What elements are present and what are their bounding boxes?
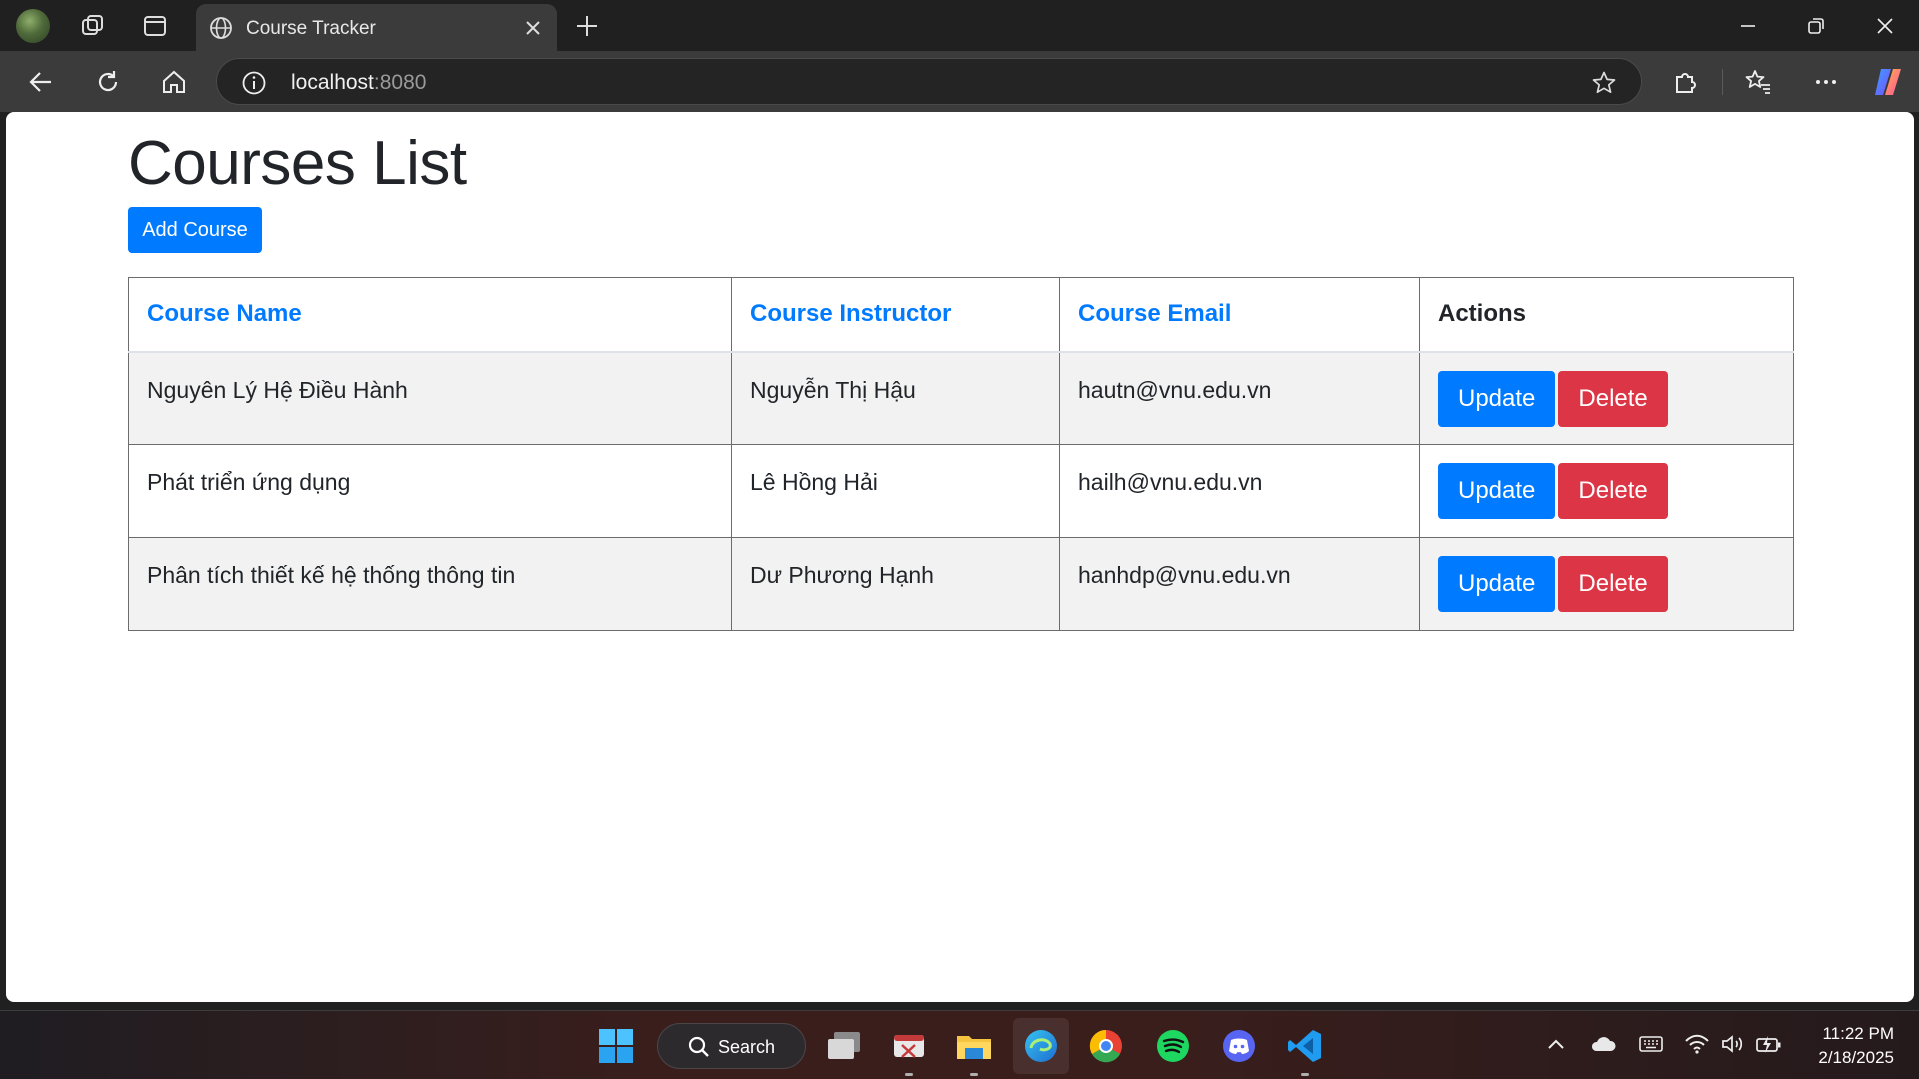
vertical-tabs-icon[interactable] xyxy=(138,9,172,43)
course-email-cell: hanhdp@vnu.edu.vn xyxy=(1059,537,1420,631)
task-view-icon[interactable] xyxy=(823,1025,865,1067)
column-header-course-name[interactable]: Course Name xyxy=(128,277,732,353)
table-row: Nguyên Lý Hệ Điều Hành Nguyễn Thị Hậu ha… xyxy=(128,351,1794,445)
page-viewport: Courses List Add Course Course Name Cour… xyxy=(6,112,1914,1002)
table-header-row: Course Name Course Instructor Course Ema… xyxy=(128,277,1794,353)
favorite-star-icon[interactable] xyxy=(1591,70,1617,101)
volume-icon[interactable] xyxy=(1720,1033,1746,1060)
file-explorer-icon[interactable] xyxy=(953,1025,995,1076)
actions-cell: Update Delete xyxy=(1419,444,1794,538)
windows-start-icon[interactable] xyxy=(595,1025,637,1067)
spotify-icon[interactable] xyxy=(1152,1025,1194,1067)
clock-time: 11:22 PM xyxy=(1822,1024,1894,1043)
page-title: Courses List xyxy=(128,129,467,198)
course-instructor-cell: Nguyễn Thị Hậu xyxy=(731,351,1060,445)
taskbar-search[interactable]: Search xyxy=(657,1023,806,1069)
running-indicator xyxy=(905,1073,913,1076)
actions-cell: Update Delete xyxy=(1419,537,1794,631)
new-tab-icon[interactable] xyxy=(573,12,601,45)
search-label: Search xyxy=(718,1037,776,1057)
battery-charging-icon[interactable] xyxy=(1755,1033,1783,1060)
actions-cell: Update Delete xyxy=(1419,351,1794,445)
course-email-cell: hailh@vnu.edu.vn xyxy=(1059,444,1420,538)
delete-button[interactable]: Delete xyxy=(1558,556,1668,612)
show-hidden-icons-chevron-icon[interactable] xyxy=(1545,1033,1567,1060)
home-icon[interactable] xyxy=(155,63,193,101)
restore-icon[interactable] xyxy=(1799,10,1833,42)
running-indicator xyxy=(970,1073,978,1076)
address-bar[interactable]: localhost:8080 xyxy=(216,58,1642,105)
tab-title: Course Tracker xyxy=(246,18,376,39)
column-header-course-instructor[interactable]: Course Instructor xyxy=(731,277,1060,353)
course-email-cell: hautn@vnu.edu.vn xyxy=(1059,351,1420,445)
close-tab-icon[interactable] xyxy=(521,16,545,40)
browser-title-bar: Course Tracker xyxy=(0,0,1919,51)
copilot-icon[interactable] xyxy=(1869,63,1907,101)
back-arrow-icon[interactable] xyxy=(22,63,60,101)
course-name-cell: Phân tích thiết kế hệ thống thông tin xyxy=(128,537,732,631)
delete-button[interactable]: Delete xyxy=(1558,370,1668,427)
tab-course-tracker[interactable]: Course Tracker xyxy=(196,4,557,51)
onedrive-cloud-icon[interactable] xyxy=(1589,1033,1617,1060)
favorites-icon[interactable] xyxy=(1739,63,1777,101)
info-icon[interactable] xyxy=(241,70,267,101)
course-instructor-cell: Lê Hồng Hải xyxy=(731,444,1060,538)
workspaces-icon[interactable] xyxy=(76,9,110,43)
profile-avatar[interactable] xyxy=(16,9,50,43)
column-header-course-email[interactable]: Course Email xyxy=(1059,277,1420,353)
vscode-icon[interactable] xyxy=(1284,1025,1326,1076)
update-button[interactable]: Update xyxy=(1438,556,1556,612)
more-options-icon[interactable] xyxy=(1807,63,1845,101)
table-row: Phát triển ứng dụng Lê Hồng Hải hailh@vn… xyxy=(128,444,1794,538)
table-row: Phân tích thiết kế hệ thống thông tin Dư… xyxy=(128,537,1794,631)
minimize-icon[interactable] xyxy=(1731,10,1765,42)
update-button[interactable]: Update xyxy=(1438,370,1556,427)
running-indicator xyxy=(1301,1073,1309,1076)
discord-icon[interactable] xyxy=(1218,1025,1260,1067)
extensions-icon[interactable] xyxy=(1666,63,1704,101)
close-window-icon[interactable] xyxy=(1868,10,1902,42)
chrome-icon[interactable] xyxy=(1085,1025,1127,1067)
refresh-icon[interactable] xyxy=(89,63,127,101)
add-course-button[interactable]: Add Course xyxy=(128,207,262,253)
windows-taskbar: Search 11:22 PM 2/18/2025 xyxy=(0,1010,1919,1079)
snipping-tool-icon[interactable] xyxy=(888,1025,930,1076)
wifi-icon[interactable] xyxy=(1684,1033,1710,1060)
delete-button[interactable]: Delete xyxy=(1558,463,1668,519)
globe-icon xyxy=(208,15,234,46)
system-clock[interactable]: 11:22 PM 2/18/2025 xyxy=(1818,1022,1894,1070)
clock-date: 2/18/2025 xyxy=(1818,1048,1894,1067)
courses-table: Course Name Course Instructor Course Ema… xyxy=(128,277,1794,631)
course-instructor-cell: Dư Phương Hạnh xyxy=(731,537,1060,631)
column-header-actions: Actions xyxy=(1419,277,1794,353)
course-name-cell: Nguyên Lý Hệ Điều Hành xyxy=(128,351,732,445)
url-text: localhost:8080 xyxy=(291,71,427,94)
browser-toolbar: localhost:8080 xyxy=(0,51,1919,112)
keyboard-icon[interactable] xyxy=(1638,1033,1664,1060)
search-icon xyxy=(688,1036,709,1057)
update-button[interactable]: Update xyxy=(1438,463,1556,519)
toolbar-separator xyxy=(1722,69,1723,95)
course-name-cell: Phát triển ứng dụng xyxy=(128,444,732,538)
edge-icon[interactable] xyxy=(1013,1018,1069,1074)
